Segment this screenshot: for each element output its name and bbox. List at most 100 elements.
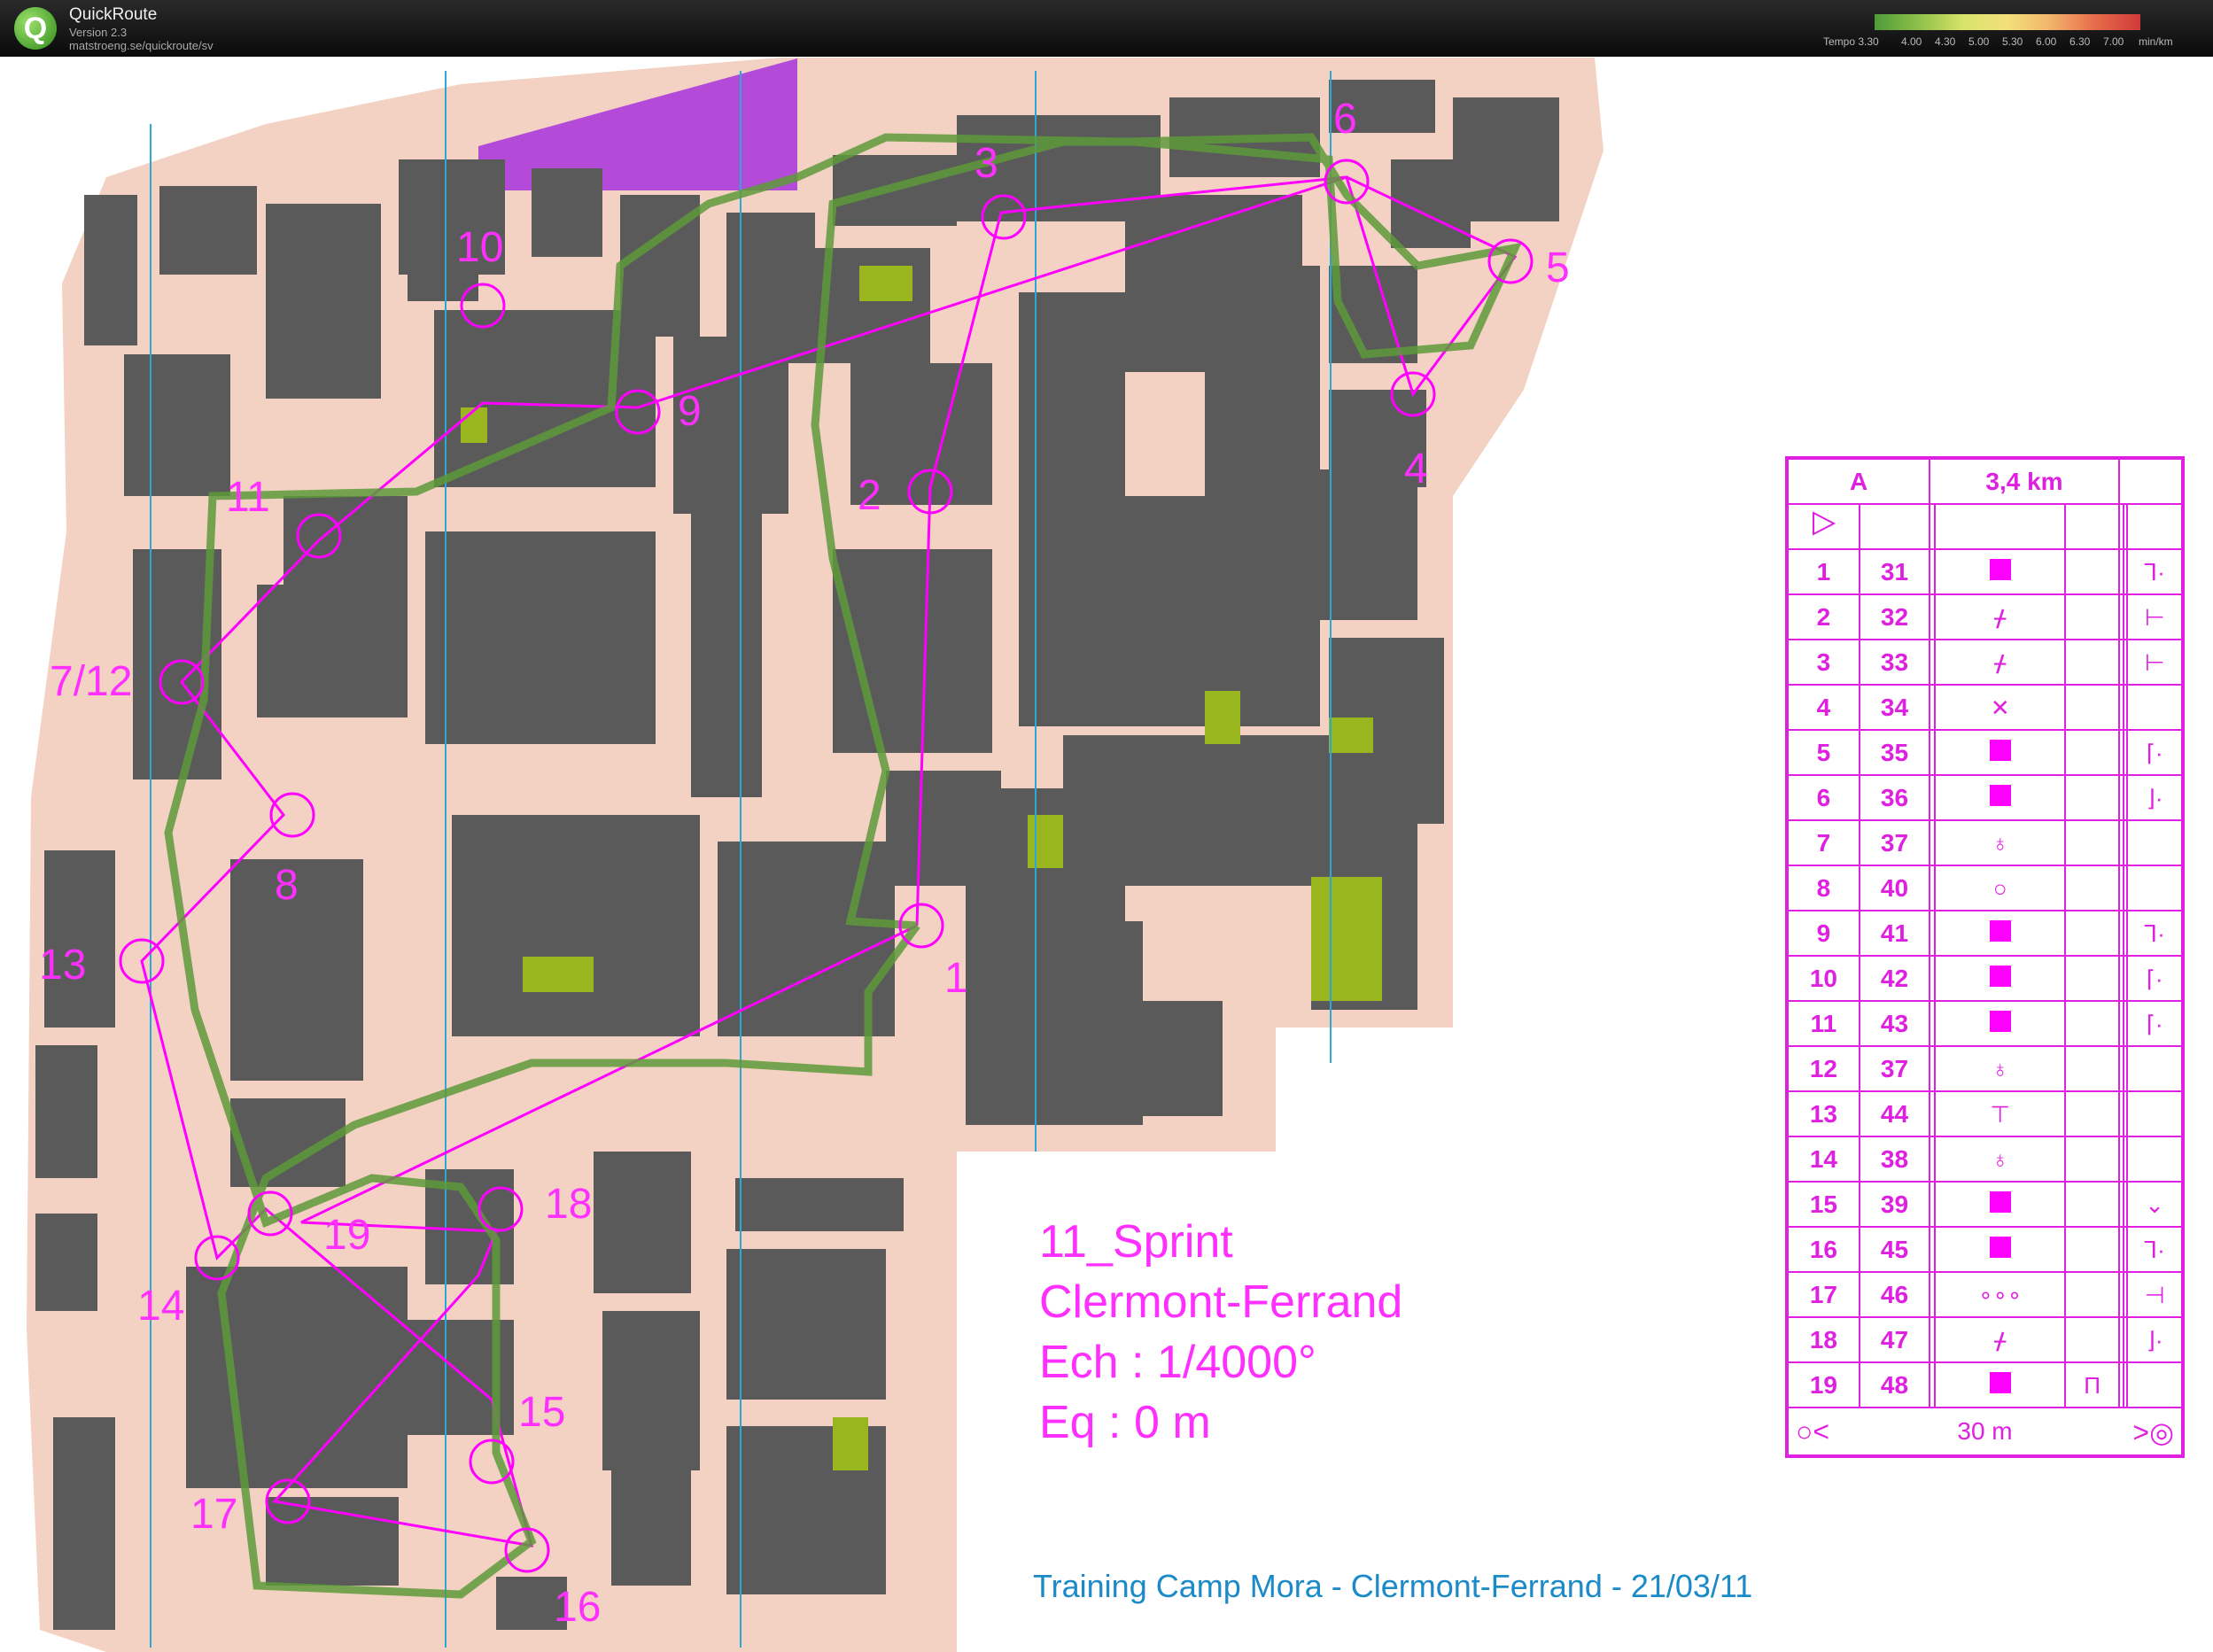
control-seq: 17 <box>1786 1271 1860 1318</box>
control-number: 14 <box>137 1283 184 1330</box>
appearance-cell <box>2064 593 2120 640</box>
control-seq: 7 <box>1786 819 1860 866</box>
header-blank <box>2117 457 2185 505</box>
location-symbol: ⌋· <box>2146 1326 2163 1353</box>
appearance-cell <box>2064 1090 2120 1137</box>
control-code: 36 <box>1858 774 1931 821</box>
feature-symbol-icon <box>1989 919 2011 942</box>
location-cell <box>2126 1361 2184 1408</box>
location-symbol: ⅂· <box>2144 919 2165 947</box>
control-code: 41 <box>1858 910 1931 957</box>
control-seq: 19 <box>1786 1361 1860 1408</box>
feature-cell: ○ <box>1933 865 2067 911</box>
course-name: A <box>1785 457 1931 505</box>
control-number: 15 <box>518 1389 565 1436</box>
control-code: 48 <box>1858 1361 1931 1408</box>
tempo-label: min/km <box>2139 35 2173 48</box>
finish-distance: 30 m <box>1957 1417 2013 1445</box>
legend-row: 19 48 Π <box>1786 1361 2184 1408</box>
quickroute-logo: Q <box>14 7 57 50</box>
tempo-label: 5.00 <box>1968 35 1990 48</box>
control-seq: 12 <box>1786 1045 1860 1092</box>
title-bar: Q QuickRoute Version 2.3 matstroeng.se/q… <box>0 0 2213 57</box>
location-symbol: ⊢ <box>2144 648 2165 676</box>
start-row <box>1786 503 2184 550</box>
location-cell <box>2126 1136 2184 1183</box>
control-number: 17 <box>190 1491 237 1538</box>
control-code: 40 <box>1858 865 1931 911</box>
feature-cell: ✕ <box>1933 684 2067 731</box>
feature-symbol-icon <box>1989 1010 2011 1032</box>
appearance-cell <box>2064 1045 2120 1092</box>
location-cell: ⌄ <box>2126 1181 2184 1228</box>
location-cell: ⅂· <box>2126 1226 2184 1273</box>
control-seq: 9 <box>1786 910 1860 957</box>
location-cell: ⊣ <box>2126 1271 2184 1318</box>
appearance-cell <box>2064 1181 2120 1228</box>
feature-cell: ᚋ <box>1933 1316 2067 1363</box>
feature-symbol-icon: ᚋ <box>1994 1326 2007 1353</box>
control-number: 8 <box>275 862 299 909</box>
control-number: 4 <box>1404 446 1428 492</box>
control-number: 9 <box>678 388 702 435</box>
control-code: 43 <box>1858 1000 1931 1047</box>
feature-symbol-icon: ♁ <box>1991 1055 2009 1082</box>
control-code: 38 <box>1858 1136 1931 1183</box>
feature-symbol-icon <box>1989 1371 2011 1393</box>
control-number: 19 <box>323 1212 370 1259</box>
control-seq: 14 <box>1786 1136 1860 1183</box>
feature-symbol-icon: ᚋ <box>1994 648 2007 676</box>
control-description-table: A 3,4 km 1 31 ⅂· 2 32 ᚋ ⊢ 3 33 ᚋ ⊢ 4 34 ✕ 5 35 ⌈· 6 36 ⌋· 7 3… <box>1785 456 2185 1458</box>
location-cell: ⊢ <box>2126 639 2184 686</box>
event-location: Clermont-Ferrand <box>1039 1276 1403 1328</box>
legend-row: 6 36 ⌋· <box>1786 774 2184 821</box>
feature-symbol-icon: ∘∘∘ <box>1978 1281 2023 1308</box>
control-number: 7/12 <box>50 658 132 705</box>
legend-row: 17 46 ∘∘∘ ⊣ <box>1786 1271 2184 1318</box>
finish-start-icon: ○< <box>1796 1415 1830 1447</box>
control-code: 31 <box>1858 548 1931 595</box>
control-number: 16 <box>554 1584 601 1631</box>
control-code: 34 <box>1858 684 1931 731</box>
event-equidistance: Eq : 0 m <box>1039 1397 1211 1448</box>
location-cell <box>2126 819 2184 866</box>
legend-row: 3 33 ᚋ ⊢ <box>1786 639 2184 686</box>
control-number: 2 <box>858 472 881 519</box>
legend-row: 16 45 ⅂· <box>1786 1226 2184 1273</box>
control-seq: 1 <box>1786 548 1860 595</box>
control-seq: 5 <box>1786 729 1860 776</box>
location-symbol: ⊢ <box>2144 603 2165 631</box>
location-symbol: ⌈· <box>2146 1010 2163 1037</box>
appearance-cell <box>2064 1226 2120 1273</box>
location-symbol: ⊣ <box>2144 1281 2165 1308</box>
control-code: 37 <box>1858 819 1931 866</box>
location-cell: ⌈· <box>2126 955 2184 1002</box>
feature-cell: ⊤ <box>1933 1090 2067 1137</box>
appearance-cell <box>2064 865 2120 911</box>
location-cell: ⌋· <box>2126 774 2184 821</box>
location-symbol: ⌄ <box>2145 1191 2165 1218</box>
control-code: 45 <box>1858 1226 1931 1273</box>
tempo-label: 6.00 <box>2036 35 2057 48</box>
legend-row: 10 42 ⌈· <box>1786 955 2184 1002</box>
legend-row: 12 37 ♁ <box>1786 1045 2184 1092</box>
control-code: 32 <box>1858 593 1931 640</box>
location-cell: ⊢ <box>2126 593 2184 640</box>
appearance-cell: Π <box>2064 1361 2120 1408</box>
location-cell: ⌈· <box>2126 729 2184 776</box>
control-code: 33 <box>1858 639 1931 686</box>
tempo-label: 5.30 <box>2002 35 2023 48</box>
control-seq: 11 <box>1786 1000 1860 1047</box>
control-number: 11 <box>226 474 270 521</box>
app-name: QuickRoute <box>69 5 158 24</box>
location-cell: ⅂· <box>2126 548 2184 595</box>
appearance-cell <box>2064 729 2120 776</box>
feature-symbol-icon <box>1989 784 2011 806</box>
control-number: 6 <box>1333 96 1357 143</box>
feature-symbol-icon <box>1989 739 2011 761</box>
location-cell: ⌈· <box>2126 1000 2184 1047</box>
control-seq: 2 <box>1786 593 1860 640</box>
feature-symbol-icon <box>1989 1236 2011 1258</box>
control-number: 10 <box>456 224 503 271</box>
finish-icon: >◎ <box>2132 1416 2174 1448</box>
